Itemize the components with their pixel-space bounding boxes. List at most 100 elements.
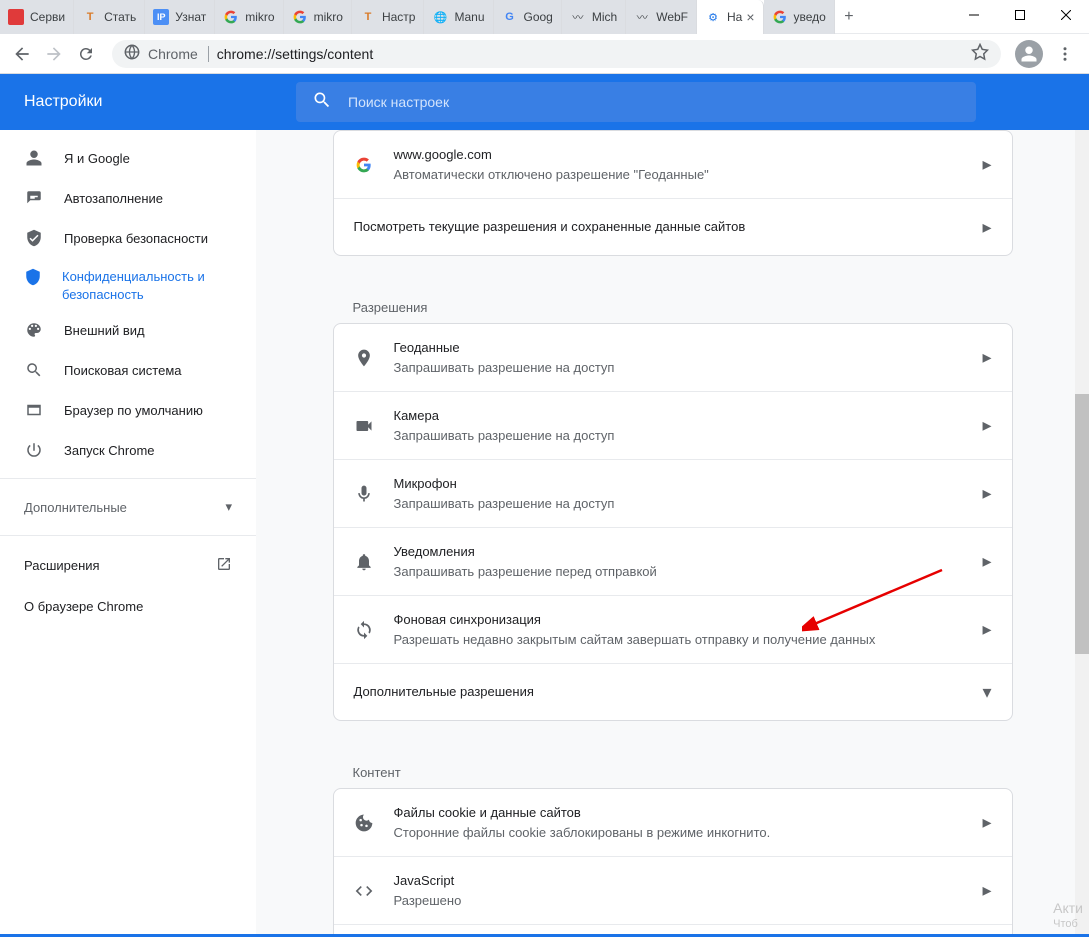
autofill-icon: [24, 189, 44, 207]
permission-notifications[interactable]: УведомленияЗапрашивать разрешение перед …: [334, 528, 1012, 596]
favicon-icon: IP: [153, 9, 169, 25]
address-bar[interactable]: Chrome chrome://settings/content: [112, 40, 1001, 68]
sidebar-item-you-and-google[interactable]: Я и Google: [0, 138, 256, 178]
content-sub: Разрешено: [394, 891, 963, 911]
view-permissions-row[interactable]: Посмотреть текущие разрешения и сохранен…: [334, 199, 1012, 255]
activation-watermark: Акти Чтоб: [1053, 899, 1083, 931]
sidebar-label: Проверка безопасности: [64, 231, 208, 246]
sidebar-advanced[interactable]: Дополнительные▾: [0, 487, 256, 527]
location-icon: [354, 348, 374, 368]
sidebar-label: Браузер по умолчанию: [64, 403, 203, 418]
url-prefix: Chrome: [148, 46, 209, 62]
sidebar-item-appearance[interactable]: Внешний вид: [0, 310, 256, 350]
sidebar-label: Внешний вид: [64, 323, 145, 338]
power-icon: [24, 441, 44, 459]
forward-button[interactable]: [40, 40, 68, 68]
permission-microphone[interactable]: МикрофонЗапрашивать разрешение на доступ…: [334, 460, 1012, 528]
close-tab-icon[interactable]: ×: [746, 9, 754, 25]
perm-title: Фоновая синхронизация: [394, 610, 963, 630]
sidebar-label: Конфиденциальность и безопасность: [62, 268, 232, 304]
cookie-icon: [354, 813, 374, 833]
favicon-icon: Т: [82, 9, 98, 25]
extensions-label: Расширения: [24, 558, 100, 573]
maximize-button[interactable]: [997, 0, 1043, 30]
tab-3[interactable]: mikro: [215, 0, 283, 34]
sidebar-item-privacy-security[interactable]: Конфиденциальность и безопасность: [0, 258, 256, 310]
palette-icon: [24, 321, 44, 339]
mic-icon: [354, 484, 374, 504]
tab-4[interactable]: mikro: [284, 0, 352, 34]
favicon-icon: Т: [360, 9, 376, 25]
sidebar-item-default-browser[interactable]: Браузер по умолчанию: [0, 390, 256, 430]
sidebar-item-search-engine[interactable]: Поисковая система: [0, 350, 256, 390]
permission-background-sync[interactable]: Фоновая синхронизацияРазрешать недавно з…: [334, 596, 1012, 664]
external-link-icon: [216, 556, 232, 575]
tab-label: уведо: [794, 10, 826, 24]
settings-search[interactable]: [296, 82, 976, 122]
google-icon: [223, 9, 239, 25]
recent-site-row[interactable]: www.google.comАвтоматически отключено ра…: [334, 131, 1012, 199]
settings-sidebar: Я и Google Автозаполнение Проверка безоп…: [0, 130, 256, 937]
sidebar-item-on-startup[interactable]: Запуск Chrome: [0, 430, 256, 470]
content-section-title: Контент: [333, 745, 1013, 788]
tab-5[interactable]: Т Настр: [352, 0, 425, 34]
perm-sub: Запрашивать разрешение на доступ: [394, 494, 963, 514]
code-icon: [354, 881, 374, 901]
avatar-icon: [1015, 40, 1043, 68]
permission-location[interactable]: ГеоданныеЗапрашивать разрешение на досту…: [334, 324, 1012, 392]
sync-icon: [354, 620, 374, 640]
sidebar-label: Автозаполнение: [64, 191, 163, 206]
settings-title: Настройки: [0, 93, 296, 111]
tab-11[interactable]: уведо: [764, 0, 835, 34]
chevron-right-icon: ▸: [982, 812, 991, 833]
tab-6[interactable]: 🌐Manu: [424, 0, 493, 34]
divider: [0, 535, 256, 536]
browser-icon: [24, 401, 44, 419]
content-javascript[interactable]: JavaScriptРазрешено▸: [334, 857, 1012, 925]
additional-permissions-row[interactable]: Дополнительные разрешения▾: [334, 664, 1012, 720]
translate-icon: G: [502, 9, 518, 25]
gear-icon: ⚙: [705, 9, 721, 25]
perm-sub: Запрашивать разрешение на доступ: [394, 358, 963, 378]
tab-7[interactable]: GGoog: [494, 0, 562, 34]
perm-sub: Запрашивать разрешение на доступ: [394, 426, 963, 446]
sidebar-item-safety-check[interactable]: Проверка безопасности: [0, 218, 256, 258]
permission-camera[interactable]: КамераЗапрашивать разрешение на доступ▸: [334, 392, 1012, 460]
permissions-section-title: Разрешения: [333, 280, 1013, 323]
tab-1[interactable]: ТСтать: [74, 0, 145, 34]
minimize-button[interactable]: [951, 0, 997, 30]
new-tab-button[interactable]: +: [835, 0, 863, 34]
profile-button[interactable]: [1013, 38, 1045, 70]
chevron-right-icon: ▸: [982, 619, 991, 640]
sidebar-label: Поисковая система: [64, 363, 182, 378]
star-icon[interactable]: [971, 43, 989, 64]
favicon-icon: [8, 9, 24, 25]
back-button[interactable]: [8, 40, 36, 68]
reload-button[interactable]: [72, 40, 100, 68]
google-icon: [292, 9, 308, 25]
browser-toolbar: Chrome chrome://settings/content: [0, 34, 1089, 74]
close-button[interactable]: [1043, 0, 1089, 30]
tab-0[interactable]: Серви: [0, 0, 74, 34]
perm-sub: Запрашивать разрешение перед отправкой: [394, 562, 963, 582]
shield-icon: [24, 268, 42, 286]
menu-button[interactable]: [1049, 38, 1081, 70]
chevron-right-icon: ▸: [982, 347, 991, 368]
tab-label: Настр: [382, 10, 416, 24]
sidebar-extensions[interactable]: Расширения: [0, 544, 256, 587]
window-titlebar: Серви ТСтать IPУзнат mikro mikro ТНастр …: [0, 0, 1089, 34]
google-favicon: [354, 157, 374, 173]
globe-icon: 🌐: [432, 9, 448, 25]
scrollbar-thumb[interactable]: [1075, 394, 1089, 654]
search-input[interactable]: [348, 94, 960, 110]
content-cookies[interactable]: Файлы cookie и данные сайтовСторонние фа…: [334, 789, 1012, 857]
tab-2[interactable]: IP Узнат: [145, 0, 215, 34]
sidebar-item-autofill[interactable]: Автозаполнение: [0, 178, 256, 218]
tab-label: Узнат: [175, 10, 206, 24]
sidebar-about-chrome[interactable]: О браузере Chrome: [0, 587, 256, 626]
tab-9[interactable]: 〰WebF: [626, 0, 697, 34]
perm-title: Микрофон: [394, 474, 963, 494]
tab-8[interactable]: 〰Mich: [562, 0, 626, 34]
tab-10[interactable]: ⚙На×: [697, 0, 764, 34]
site-info-icon[interactable]: [124, 44, 140, 63]
